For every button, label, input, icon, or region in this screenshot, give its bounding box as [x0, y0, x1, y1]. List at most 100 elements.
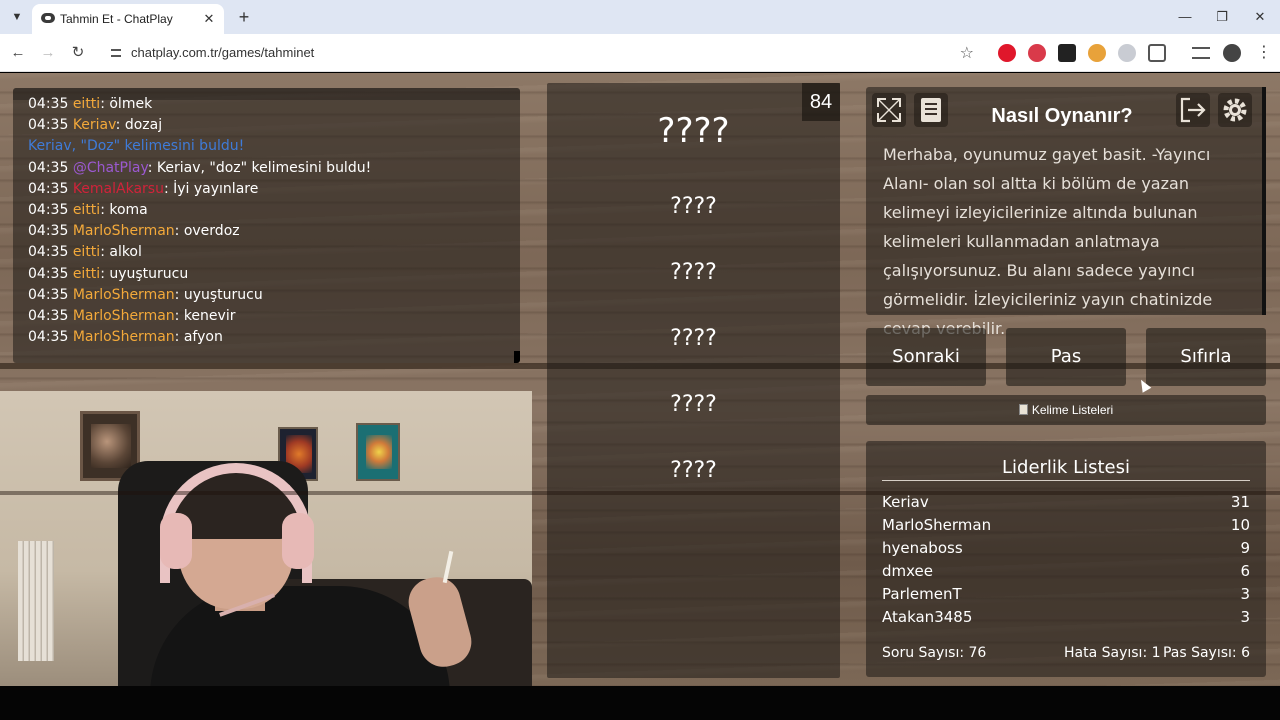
profile-avatar-icon[interactable] — [1223, 44, 1241, 62]
system-message-text: Keriav, "Doz" kelimesini buldu! — [28, 138, 245, 155]
forbidden-word: ???? — [670, 194, 717, 219]
address-bar[interactable]: chatplay.com.tr/games/tahminet ☆ — [100, 39, 980, 67]
wall-painting — [356, 423, 400, 481]
window-close-icon[interactable]: ✕ — [1245, 6, 1275, 28]
message-time: 04:35 — [28, 223, 69, 240]
word-lists-button[interactable]: Kelime Listeleri — [866, 395, 1266, 425]
message-username[interactable]: MarloSherman — [73, 308, 175, 324]
message-time: 04:35 — [28, 180, 69, 197]
word-panel: 84 ???? ???? ???? ???? ???? ???? — [547, 83, 840, 678]
leaderboard-title: Liderlik Listesi — [1002, 457, 1130, 478]
message-username[interactable]: MarloSherman — [73, 287, 175, 303]
extensions-puzzle-icon[interactable] — [1148, 44, 1166, 62]
settings-gear-icon[interactable] — [1218, 93, 1252, 127]
pass-count: Pas Sayısı: 6 — [1162, 645, 1250, 661]
error-count: Hata Sayısı: 1 — [1064, 645, 1161, 661]
game-page: 04:35 eitti: ölmek 04:35 Keriav: dozaj Ker… — [0, 73, 1280, 686]
exit-icon[interactable] — [1176, 93, 1210, 127]
message-username[interactable]: MarloSherman — [73, 329, 175, 345]
message-username[interactable]: KemalAkarsu — [73, 181, 164, 197]
restore-icon[interactable]: ❐ — [1207, 6, 1237, 28]
leaderboard-row: Atakan3485 3 — [882, 608, 1250, 626]
forbidden-word: ???? — [670, 326, 717, 351]
message-time: 04:35 — [28, 265, 69, 282]
opera-extension-icon[interactable] — [998, 44, 1016, 62]
message-time: 04:35 — [28, 159, 69, 176]
red-extension-icon[interactable] — [1028, 44, 1046, 62]
message-text: koma — [109, 202, 148, 218]
target-word: ???? — [657, 111, 730, 151]
message-time: 04:35 — [28, 244, 69, 261]
pass-button[interactable]: Pas — [1006, 328, 1126, 386]
message-text: dozaj — [124, 117, 163, 134]
browser-tab-strip: ▼ Tahmin Et - ChatPlay ✕ + — ❐ ✕ — [0, 0, 1280, 34]
browser-toolbar: ← → ↻ chatplay.com.tr/games/tahminet ☆ ⋮ — [0, 34, 1280, 72]
next-button[interactable]: Sonraki — [866, 328, 986, 386]
message-time: 04:35 — [28, 117, 69, 134]
message-username[interactable]: eitti — [73, 244, 100, 260]
message-text: uyuşturucu — [109, 265, 189, 282]
forbidden-word: ???? — [670, 458, 717, 483]
message-text: ölmek — [109, 96, 153, 112]
leaderboard-row: ParlemenT 3 — [882, 585, 1250, 603]
message-time: 04:35 — [28, 202, 69, 218]
message-username[interactable]: eitti — [73, 266, 100, 282]
message-username[interactable]: eitti — [73, 202, 100, 218]
chat-message: 04:35 eitti: uyuşturucu — [28, 265, 189, 282]
forbidden-word: ???? — [670, 392, 717, 417]
chatplay-favicon-icon — [41, 13, 55, 23]
message-text: İyi yayınlare — [173, 180, 259, 197]
browser-menu-icon[interactable]: ⋮ — [1255, 44, 1273, 62]
reload-icon[interactable]: ↻ — [67, 42, 89, 64]
chat-message: 04:35 eitti: koma — [28, 202, 148, 218]
chat-message: 04:35 KemalAkarsu: İyi yayınlare — [28, 180, 259, 197]
leaderboard-row: hyenaboss 9 — [882, 539, 1250, 557]
forward-arrow-icon[interactable]: → — [37, 42, 59, 64]
leaderboard-row: Keriav 31 — [882, 493, 1250, 511]
chat-panel: 04:35 eitti: ölmek 04:35 Keriav: dozaj Ker… — [13, 88, 520, 363]
message-username[interactable]: MarloSherman — [73, 223, 175, 239]
message-text: kenevir — [183, 308, 236, 324]
tab-search-chevron-icon[interactable]: ▼ — [8, 8, 26, 26]
message-username[interactable]: Keriav — [73, 117, 116, 133]
browser-tab[interactable]: Tahmin Et - ChatPlay ✕ — [32, 4, 224, 34]
how-to-play-panel: Nasıl Oynanır? Merhaba, oyunumuz gayet b… — [866, 87, 1266, 338]
scrollbar[interactable] — [1262, 87, 1266, 315]
new-tab-plus-icon[interactable]: + — [234, 7, 254, 27]
message-text: afyon — [183, 329, 223, 346]
reset-button[interactable]: Sıfırla — [1146, 328, 1266, 386]
tab-close-icon[interactable]: ✕ — [200, 10, 218, 28]
shield-extension-icon[interactable] — [1118, 44, 1136, 62]
clipboard-icon — [1018, 404, 1028, 415]
address-url[interactable]: chatplay.com.tr/games/tahminet — [131, 45, 314, 60]
chat-message: 04:35 eitti: alkol — [28, 244, 142, 261]
chat-message: 04:35 @ChatPlay: Keriav, "doz" kelimesin… — [28, 159, 372, 176]
message-text: overdoz — [183, 223, 240, 240]
how-to-play-text: Merhaba, oyunumuz gayet basit. -Yayıncı … — [883, 145, 1213, 338]
chat-message: 04:35 MarloSherman: kenevir — [28, 308, 236, 324]
streamer-webcam — [0, 391, 532, 686]
message-username[interactable]: @ChatPlay — [73, 160, 148, 176]
dark-extension-icon[interactable] — [1058, 44, 1076, 62]
forbidden-word: ???? — [670, 260, 717, 285]
chat-message: 04:35 MarloSherman: uyuşturucu — [28, 286, 263, 303]
bottom-bar — [0, 686, 1280, 720]
message-username[interactable]: eitti — [73, 96, 100, 112]
question-count: Soru Sayısı: 76 — [882, 645, 987, 661]
message-time: 04:35 — [28, 286, 69, 303]
minimize-icon[interactable]: — — [1170, 6, 1200, 28]
back-arrow-icon[interactable]: ← — [7, 42, 29, 64]
message-text: uyuşturucu — [183, 286, 263, 303]
chat-message: 04:35 MarloSherman: afyon — [28, 329, 223, 346]
tab-title: Tahmin Et - ChatPlay — [60, 12, 173, 26]
site-settings-icon[interactable] — [109, 46, 123, 60]
divider — [882, 480, 1250, 481]
message-time: 04:35 — [28, 329, 69, 346]
media-control-icon[interactable] — [1192, 47, 1210, 59]
chat-scroll-marker — [514, 351, 520, 363]
orange-extension-icon[interactable] — [1088, 44, 1106, 62]
chat-message: 04:35 MarloSherman: overdoz — [28, 223, 240, 240]
leaderboard-row: MarloSherman 10 — [882, 516, 1250, 534]
bookmark-star-icon[interactable]: ☆ — [960, 43, 974, 63]
message-time: 04:35 — [28, 96, 69, 112]
